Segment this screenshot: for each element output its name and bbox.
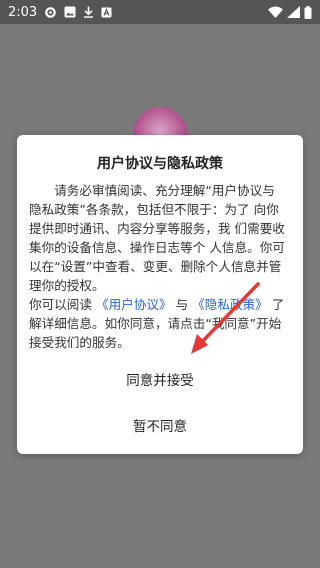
settings-icon [44, 6, 57, 19]
download-icon [83, 6, 94, 18]
disagree-button[interactable]: 暂不同意 [17, 415, 303, 435]
signal-icon [287, 6, 300, 18]
status-bar: 2:03 [0, 0, 320, 24]
dialog-paragraph-links: 你可以阅读 《用户协议》 与 《隐私政策》 了解详细信息。如你同意，请点击“我同… [29, 295, 291, 352]
agree-button[interactable]: 同意并接受 [17, 369, 303, 389]
dialog-text-read: 你可以阅读 [29, 297, 96, 312]
privacy-dialog: 用户协议与隐私政策 请务必审慎阅读、充分理解“用户协议与 隐私政策”各条款，包括… [17, 135, 303, 454]
privacy-policy-link[interactable]: 《隐私政策》 [192, 297, 268, 312]
dialog-title: 用户协议与隐私政策 [97, 156, 223, 172]
battery-icon [304, 5, 312, 19]
dialog-text-and: 与 [171, 297, 193, 312]
wifi-icon [268, 6, 283, 18]
image-icon [64, 6, 76, 18]
app-notification-icon [101, 7, 112, 18]
dialog-body: 请务必审慎阅读、充分理解“用户协议与 隐私政策”各条款，包括但不限于：为了 向你… [29, 181, 291, 352]
dialog-paragraph-terms: 请务必审慎阅读、充分理解“用户协议与 隐私政策”各条款，包括但不限于：为了 向你… [29, 183, 285, 293]
status-time: 2:03 [8, 4, 38, 20]
user-agreement-link[interactable]: 《用户协议》 [96, 297, 172, 312]
